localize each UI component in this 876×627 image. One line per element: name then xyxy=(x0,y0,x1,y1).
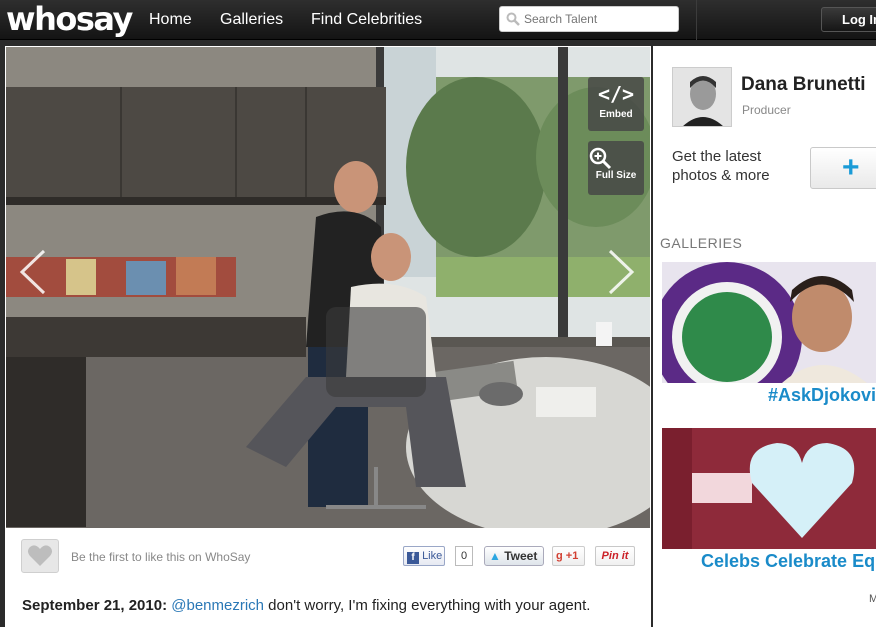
gallery-thumbnail-djokovic[interactable] xyxy=(662,262,876,383)
code-icon: </> xyxy=(597,82,635,106)
google-plus-label: +1 xyxy=(565,550,579,562)
celebrity-sidebar: Dana Brunetti Producer Get the latest ph… xyxy=(653,46,876,627)
heart-icon xyxy=(28,545,52,566)
avatar[interactable] xyxy=(672,67,732,127)
nav-home-link[interactable]: Home xyxy=(149,0,192,40)
nav-divider xyxy=(696,0,697,40)
search-icon xyxy=(506,12,520,26)
photo-caption: September 21, 2010: @benmezrich don't wo… xyxy=(22,597,590,614)
avatar-image xyxy=(673,68,731,126)
search-box[interactable] xyxy=(499,6,679,32)
plus-icon: + xyxy=(842,151,860,184)
embed-label: Embed xyxy=(599,109,633,120)
nav-find-celebrities-link[interactable]: Find Celebrities xyxy=(311,0,422,40)
zoom-in-icon xyxy=(589,147,612,170)
office-photo-illustration xyxy=(6,47,650,528)
galleries-header: GALLERIES xyxy=(660,235,743,251)
full-size-label: Full Size xyxy=(595,170,637,181)
gallery-thumbnail-equality[interactable] xyxy=(662,428,876,549)
logo-text: whosay xyxy=(6,0,133,38)
top-navigation-bar: whosay Home Galleries Find Celebrities L… xyxy=(0,0,876,40)
facebook-like-label: Like xyxy=(422,550,443,562)
photo-detail-panel: </> Embed Full Size Be the first to like… xyxy=(5,46,651,627)
follow-button[interactable]: + xyxy=(810,147,876,189)
gallery-title-djokovic[interactable]: #AskDjokovic xyxy=(768,385,876,406)
celebrity-role: Producer xyxy=(742,103,791,117)
chevron-right-icon xyxy=(608,249,635,295)
previous-photo-arrow[interactable] xyxy=(14,247,50,297)
facebook-like-count: 0 xyxy=(455,546,473,566)
tweet-button[interactable]: ▲ Tweet xyxy=(484,546,544,566)
social-actions-row: Be the first to like this on WhoSay f Li… xyxy=(5,528,651,584)
gallery-title-equality[interactable]: Celebs Celebrate Equality xyxy=(701,551,876,572)
login-button[interactable]: Log In xyxy=(821,7,876,32)
nav-galleries-link[interactable]: Galleries xyxy=(220,0,283,40)
caption-mention-link[interactable]: @benmezrich xyxy=(171,597,264,614)
google-plus-button[interactable]: g +1 xyxy=(552,546,585,566)
main-photo[interactable]: </> Embed Full Size xyxy=(6,47,650,528)
google-plus-icon: g xyxy=(556,550,563,562)
facebook-like-button[interactable]: f Like xyxy=(403,546,445,566)
celebrity-name[interactable]: Dana Brunetti xyxy=(741,74,866,96)
pin-it-button[interactable]: Pin it xyxy=(595,546,635,566)
facebook-icon: f xyxy=(407,552,419,564)
chevron-left-icon xyxy=(19,249,46,295)
embed-button[interactable]: </> Embed xyxy=(588,77,644,131)
next-photo-arrow[interactable] xyxy=(604,247,640,297)
whosay-logo[interactable]: whosay xyxy=(6,0,133,40)
like-prompt-text: Be the first to like this on WhoSay xyxy=(71,550,251,564)
like-heart-button[interactable] xyxy=(21,539,59,573)
twitter-bird-icon: ▲ xyxy=(489,549,501,563)
follow-promo-text: Get the latest photos & more xyxy=(672,148,770,184)
search-input[interactable] xyxy=(524,10,674,28)
tweet-label: Tweet xyxy=(504,549,538,563)
full-size-button[interactable]: Full Size xyxy=(588,141,644,195)
caption-text: don't worry, I'm fixing everything with … xyxy=(264,597,591,614)
gallery-image-equality xyxy=(662,428,876,549)
caption-date: September 21, 2010: xyxy=(22,597,168,614)
more-link-fragment[interactable]: M xyxy=(869,593,876,605)
gallery-image-djokovic xyxy=(662,262,876,383)
